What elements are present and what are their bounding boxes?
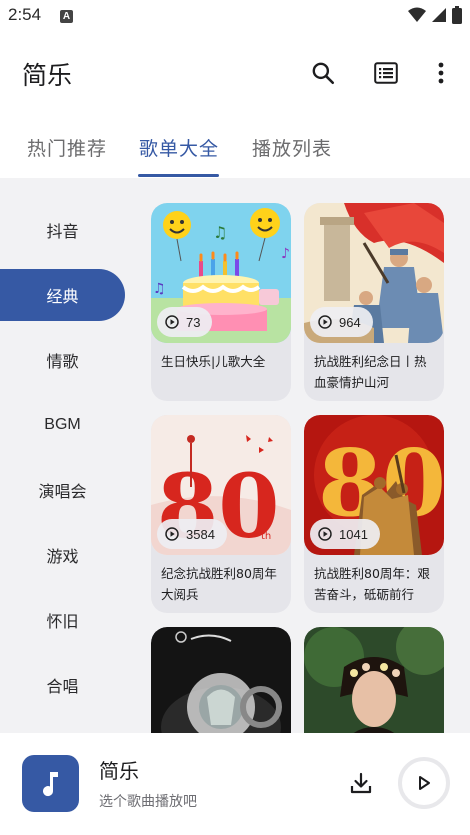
download-icon xyxy=(350,772,372,794)
play-icon xyxy=(419,776,430,790)
play-count-badge: 3584 xyxy=(157,519,227,549)
play-circle-icon xyxy=(165,315,179,329)
svg-text:♪: ♪ xyxy=(281,246,290,262)
play-circle-icon xyxy=(318,315,332,329)
music-note-icon xyxy=(42,771,58,796)
signal-icon xyxy=(432,8,446,22)
category-nostalgia[interactable]: 怀旧 xyxy=(0,594,125,646)
category-game[interactable]: 游戏 xyxy=(0,529,125,581)
playlist-cover xyxy=(304,627,444,733)
playlist-card[interactable] xyxy=(151,627,291,733)
play-count-badge: 73 xyxy=(157,307,213,337)
category-classic[interactable]: 经典 xyxy=(0,269,125,321)
play-button[interactable] xyxy=(398,757,450,809)
tab-hot-recommend[interactable]: 热门推荐 xyxy=(27,134,107,161)
wifi-icon xyxy=(408,7,426,22)
search-button[interactable] xyxy=(308,58,338,88)
category-chorus[interactable]: 合唱 xyxy=(0,659,125,711)
play-count: 3584 xyxy=(186,526,215,542)
play-count-badge: 964 xyxy=(310,307,373,337)
play-count: 73 xyxy=(186,314,201,330)
svg-text:♫: ♫ xyxy=(153,281,166,297)
player-artwork[interactable] xyxy=(22,755,79,812)
category-love-songs[interactable]: 情歌 xyxy=(0,334,125,386)
notification-icon: A xyxy=(60,10,73,23)
status-icons xyxy=(408,6,462,24)
play-count: 1041 xyxy=(339,526,368,542)
svg-text:♫: ♫ xyxy=(213,223,227,242)
more-options-button[interactable] xyxy=(426,58,456,88)
category-bgm[interactable]: BGM xyxy=(0,399,125,451)
cover-th: th xyxy=(261,531,271,542)
tab-playlists[interactable]: 歌单大全 xyxy=(139,134,219,161)
category-douyin[interactable]: 抖音 xyxy=(0,204,125,256)
mini-player: 简乐 选个歌曲播放吧 xyxy=(0,733,470,835)
status-bar: 2:54 A xyxy=(0,0,470,34)
playlist-card[interactable]: 80 1041 抗战胜利80周年：艰苦奋斗，砥砺前行 xyxy=(304,415,444,613)
tab-play-queue[interactable]: 播放列表 xyxy=(252,134,332,161)
playlist-card[interactable]: 80 th 3584 纪念抗战胜利80周年大阅兵 xyxy=(151,415,291,613)
player-title: 简乐 xyxy=(99,759,139,783)
content-area: 抖音 经典 情歌 BGM 演唱会 游戏 怀旧 合唱 ♫ ♪ ♫ 73 生日快乐|… xyxy=(0,178,470,733)
app-bar: 简乐 xyxy=(0,34,470,114)
player-subtitle: 选个歌曲播放吧 xyxy=(99,794,197,810)
list-icon xyxy=(374,62,398,84)
playlist-title: 抗战胜利80周年：艰苦奋斗，砥砺前行 xyxy=(314,566,430,602)
play-circle-icon xyxy=(318,527,332,541)
tab-indicator xyxy=(138,174,219,177)
playlist-card[interactable]: 964 抗战胜利纪念日丨热血豪情护山河 xyxy=(304,203,444,401)
category-concert[interactable]: 演唱会 xyxy=(0,464,125,516)
list-view-button[interactable] xyxy=(371,58,401,88)
search-icon xyxy=(312,62,335,85)
tab-bar: 热门推荐 歌单大全 播放列表 xyxy=(0,114,470,178)
playlist-card[interactable] xyxy=(304,627,444,733)
playlist-title: 抗战胜利纪念日丨热血豪情护山河 xyxy=(314,354,427,390)
download-button[interactable] xyxy=(346,768,376,798)
more-vert-icon xyxy=(438,62,444,84)
play-count: 964 xyxy=(339,314,361,330)
playlist-title: 纪念抗战胜利80周年大阅兵 xyxy=(161,566,277,602)
battery-icon xyxy=(452,6,462,24)
play-count-badge: 1041 xyxy=(310,519,380,549)
playlist-card[interactable]: ♫ ♪ ♫ 73 生日快乐|儿歌大全 xyxy=(151,203,291,401)
app-title: 简乐 xyxy=(22,61,73,90)
playlist-cover xyxy=(151,627,291,733)
status-time: 2:54 xyxy=(8,5,42,24)
play-circle-icon xyxy=(165,527,179,541)
playlist-title: 生日快乐|儿歌大全 xyxy=(161,354,266,369)
